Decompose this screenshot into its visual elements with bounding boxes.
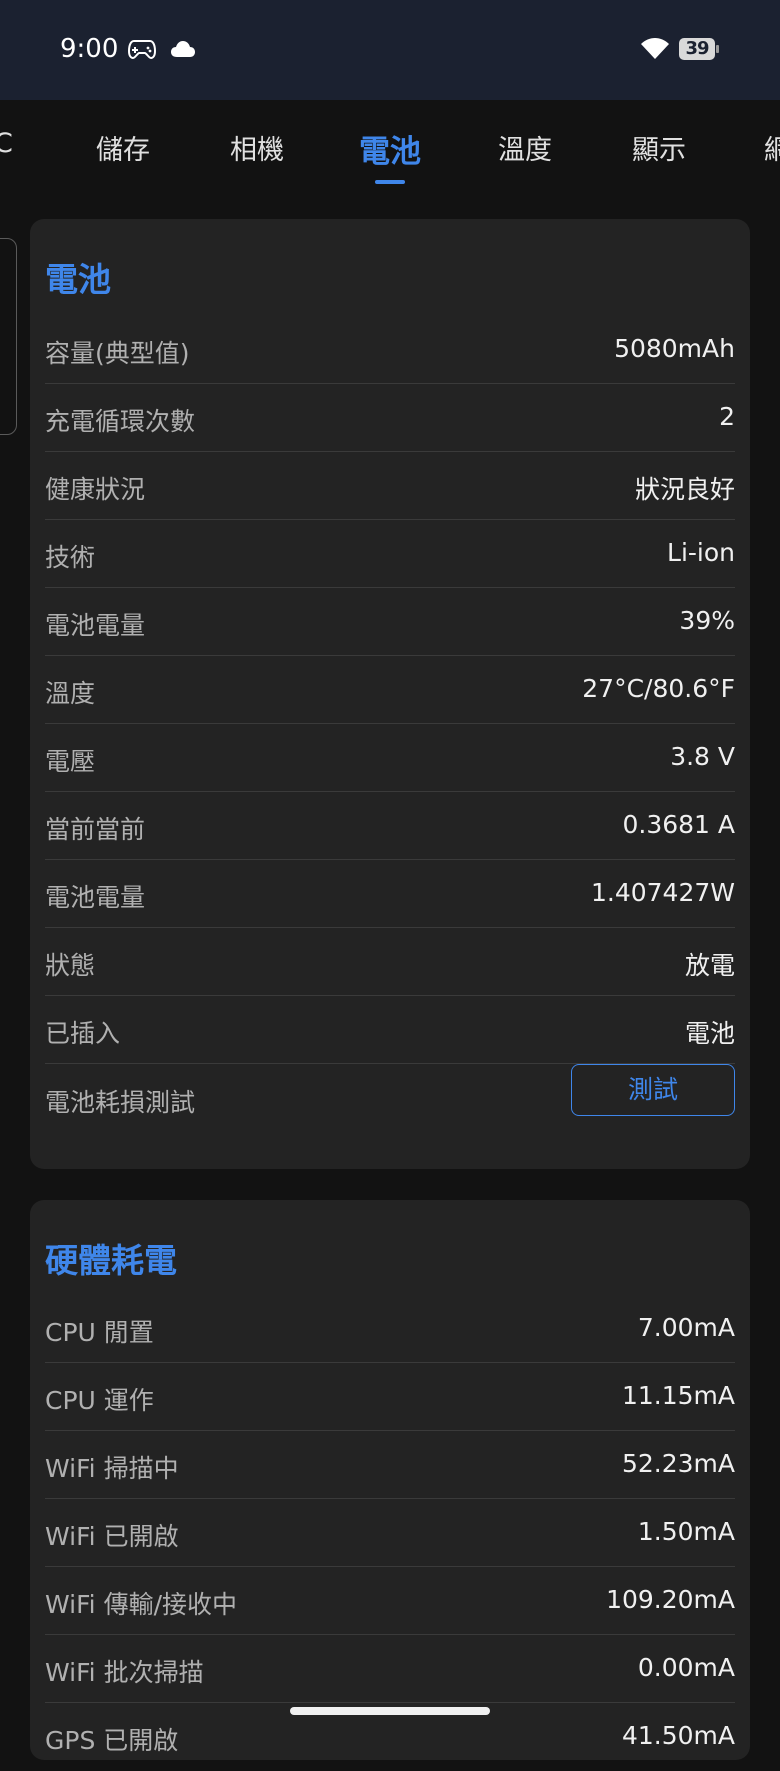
- row-value: 1.407427W: [590, 878, 735, 907]
- tab-soc[interactable]: C: [0, 128, 13, 159]
- hardware-row-wifi-on: WiFi 已開啟 1.50mA: [45, 1499, 735, 1567]
- row-label: 電壓: [45, 747, 96, 776]
- gamepad-icon: [127, 38, 157, 64]
- tab-camera[interactable]: 相機: [230, 128, 284, 167]
- row-label: 充電循環次數: [45, 407, 196, 436]
- status-bar: 9:00 39: [0, 0, 780, 100]
- battery-row-voltage: 電壓 3.8 V: [45, 724, 735, 792]
- tab-thermal[interactable]: 溫度: [498, 128, 552, 167]
- hardware-row-wifi-batch-scan: WiFi 批次掃描 0.00mA: [45, 1635, 735, 1703]
- battery-icon: 39: [679, 38, 719, 60]
- row-value: 電池: [684, 1019, 735, 1048]
- row-label: WiFi 傳輸/接收中: [45, 1590, 237, 1619]
- row-value: 27°C/80.6°F: [582, 674, 735, 703]
- row-value: 109.20mA: [606, 1585, 735, 1614]
- previous-page-card-edge: [0, 238, 17, 435]
- tab-display[interactable]: 顯示: [632, 128, 686, 167]
- category-tabs: C 儲存 相機 電池 溫度 顯示 網: [0, 100, 780, 190]
- row-label: WiFi 批次掃描: [45, 1658, 204, 1687]
- row-label: 已插入: [45, 1019, 121, 1048]
- cloud-icon: [170, 40, 196, 62]
- row-value: 1.50mA: [637, 1517, 735, 1546]
- row-label: GPS 已開啟: [45, 1726, 179, 1755]
- home-gesture-bar[interactable]: [290, 1707, 490, 1715]
- battery-row-health: 健康狀況 狀況良好: [45, 452, 735, 520]
- battery-test-button[interactable]: 測試: [571, 1064, 735, 1116]
- battery-card-title: 電池: [45, 260, 111, 299]
- row-label: 技術: [45, 543, 96, 572]
- row-label: WiFi 掃描中: [45, 1454, 179, 1483]
- row-value: 2: [719, 402, 735, 431]
- status-time: 9:00: [60, 34, 119, 64]
- battery-row-capacity: 容量(典型值) 5080mAh: [45, 316, 735, 384]
- row-value: 7.00mA: [637, 1313, 735, 1342]
- hardware-card-title: 硬體耗電: [45, 1241, 177, 1280]
- battery-level: 39: [679, 38, 715, 60]
- tab-storage[interactable]: 儲存: [96, 128, 150, 167]
- battery-wear-test-row: 電池耗損測試 測試: [45, 1064, 735, 1141]
- row-value: 狀況良好: [634, 475, 735, 504]
- battery-row-status: 狀態 放電: [45, 928, 735, 996]
- row-label: CPU 運作: [45, 1386, 154, 1415]
- battery-card: 電池 容量(典型值) 5080mAh 充電循環次數 2 健康狀況 狀況良好 技術…: [30, 219, 750, 1169]
- row-value: 39%: [679, 606, 735, 635]
- active-tab-indicator: [375, 180, 405, 184]
- hardware-power-card: 硬體耗電 CPU 閒置 7.00mA CPU 運作 11.15mA WiFi 掃…: [30, 1200, 750, 1760]
- battery-row-power: 電池電量 1.407427W: [45, 860, 735, 928]
- battery-row-plugged: 已插入 電池: [45, 996, 735, 1064]
- battery-row-temperature: 溫度 27°C/80.6°F: [45, 656, 735, 724]
- row-value: Li-ion: [667, 538, 735, 567]
- row-value: 41.50mA: [621, 1721, 735, 1750]
- row-value: 0.3681 A: [622, 810, 735, 839]
- row-label: 電池電量: [45, 611, 146, 640]
- hardware-row-wifi-scan: WiFi 掃描中 52.23mA: [45, 1431, 735, 1499]
- hardware-row-cpu-idle: CPU 閒置 7.00mA: [45, 1295, 735, 1363]
- row-label: 健康狀況: [45, 475, 146, 504]
- battery-row-current: 當前當前 0.3681 A: [45, 792, 735, 860]
- row-label: WiFi 已開啟: [45, 1522, 179, 1551]
- row-label: 電池電量: [45, 883, 146, 912]
- battery-row-cycles: 充電循環次數 2: [45, 384, 735, 452]
- wifi-icon: [640, 37, 670, 65]
- row-value: 52.23mA: [621, 1449, 735, 1478]
- tab-battery[interactable]: 電池: [359, 126, 421, 171]
- row-label: 當前當前: [45, 815, 146, 844]
- row-label: CPU 閒置: [45, 1318, 154, 1347]
- hardware-row-wifi-active: WiFi 傳輸/接收中 109.20mA: [45, 1567, 735, 1635]
- row-value: 5080mAh: [614, 334, 735, 363]
- tab-network[interactable]: 網: [764, 128, 780, 167]
- row-label: 溫度: [45, 679, 96, 708]
- row-value: 放電: [684, 951, 735, 980]
- row-label: 狀態: [45, 951, 96, 980]
- row-label: 容量(典型值): [45, 339, 190, 368]
- row-value: 0.00mA: [637, 1653, 735, 1682]
- row-value: 11.15mA: [621, 1381, 735, 1410]
- battery-row-level: 電池電量 39%: [45, 588, 735, 656]
- hardware-row-cpu-active: CPU 運作 11.15mA: [45, 1363, 735, 1431]
- row-value: 3.8 V: [670, 742, 735, 771]
- battery-row-technology: 技術 Li-ion: [45, 520, 735, 588]
- row-label: 電池耗損測試: [45, 1088, 196, 1117]
